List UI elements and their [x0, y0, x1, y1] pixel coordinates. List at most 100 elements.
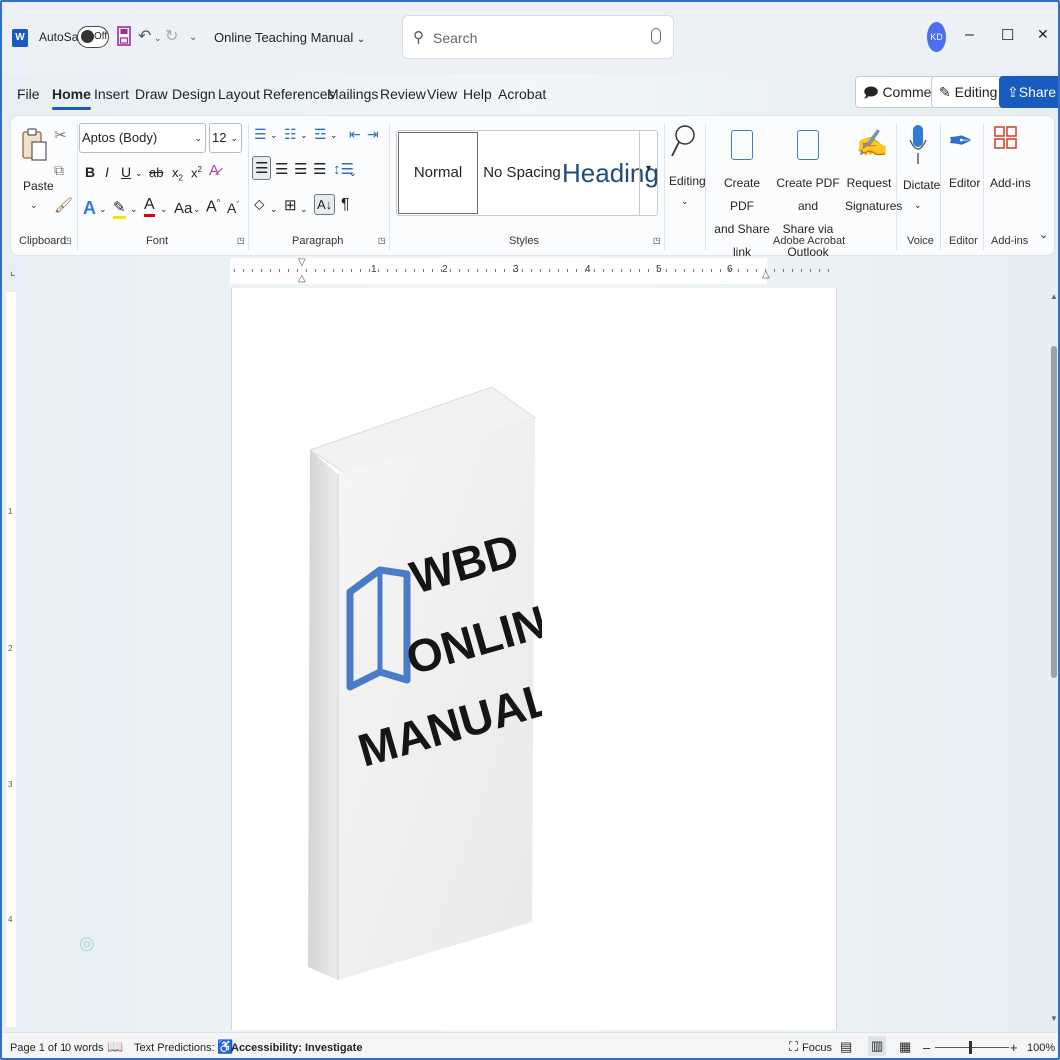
style-heading[interactable]: Heading [562, 131, 659, 215]
vertical-scrollbar[interactable]: ▲ ▼ [1048, 290, 1058, 1028]
create-pdf-icon[interactable] [731, 130, 753, 160]
paragraph-launcher-icon[interactable]: ◳ [378, 236, 386, 245]
web-layout-icon[interactable]: ▦ [899, 1039, 911, 1055]
horizontal-ruler[interactable] [230, 258, 767, 284]
editing-dropdown-icon[interactable]: ⌄ [681, 196, 689, 207]
scroll-thumb[interactable] [1051, 346, 1057, 678]
numbering-icon[interactable]: ☷ [284, 126, 297, 143]
text-effects-icon[interactable]: A [83, 198, 96, 219]
tab-review[interactable]: Review [380, 86, 426, 102]
tab-references[interactable]: References [263, 86, 335, 102]
shrink-font-button[interactable]: Aˇ [227, 200, 239, 216]
styles-launcher-icon[interactable]: ◳ [653, 236, 661, 245]
focus-button[interactable]: Focus [802, 1042, 832, 1054]
justify-icon[interactable]: ☰ [313, 160, 326, 178]
decrease-indent-icon[interactable]: ⇤ [349, 126, 361, 143]
focus-icon[interactable]: ⛶ [789, 1039, 798, 1055]
dictate-label[interactable]: Dictate [903, 178, 940, 192]
restore-button[interactable]: ☐ [1001, 26, 1014, 44]
font-name-select[interactable]: Aptos (Body) ⌄ [79, 123, 206, 153]
tab-mailings[interactable]: Mailings [327, 86, 378, 102]
save-icon[interactable] [117, 26, 131, 46]
show-formatting-icon[interactable]: ¶ [341, 196, 350, 214]
read-mode-icon[interactable]: ▤ [840, 1039, 852, 1055]
undo-dropdown-icon[interactable]: ⌄ [154, 33, 162, 44]
share-button[interactable]: ⇪Share ⌄ [999, 76, 1058, 129]
change-case-button[interactable]: Aa [174, 200, 192, 217]
signature-icon[interactable]: ✍ [856, 128, 888, 159]
tab-draw[interactable]: Draw [135, 86, 168, 102]
borders-dropdown-icon[interactable]: ⌄ [300, 204, 308, 215]
numbering-dropdown-icon[interactable]: ⌄ [300, 130, 308, 141]
close-button[interactable]: ✕ [1037, 26, 1049, 43]
style-normal[interactable]: Normal [398, 132, 478, 214]
create-pdf-share-link-button[interactable]: Create PDF and Share link [711, 172, 773, 264]
font-launcher-icon[interactable]: ◳ [237, 236, 245, 245]
clear-formatting-icon[interactable]: A̷ [209, 162, 219, 179]
find-icon[interactable] [671, 124, 695, 168]
tab-selector-icon[interactable]: ⌞ [10, 264, 16, 278]
align-right-icon[interactable]: ☰ [294, 160, 307, 178]
microphone-icon[interactable] [651, 28, 661, 44]
bold-button[interactable]: B [85, 164, 95, 180]
paste-icon[interactable] [21, 126, 49, 172]
minimize-button[interactable]: – [965, 26, 974, 44]
superscript-button[interactable]: x2 [191, 165, 202, 180]
shading-dropdown-icon[interactable]: ⌄ [270, 204, 278, 215]
create-pdf-outlook-button[interactable]: Create PDF and Share via Outlook [771, 172, 845, 264]
line-spacing-dropdown-icon[interactable]: ⌄ [349, 168, 357, 179]
word-count[interactable]: 0 words [65, 1042, 104, 1054]
tab-home[interactable]: Home [52, 86, 91, 110]
increase-indent-icon[interactable]: ⇥ [367, 126, 379, 143]
first-line-indent-marker[interactable]: ▽ [298, 257, 306, 268]
align-center-icon[interactable]: ☰ [275, 160, 288, 178]
bullets-icon[interactable]: ☰ [254, 126, 267, 143]
sort-icon[interactable]: A↓ [314, 194, 336, 215]
editor-icon[interactable]: ✒ [948, 124, 973, 159]
zoom-slider[interactable] [935, 1047, 1009, 1048]
proofing-icon[interactable]: 📖 [107, 1039, 123, 1055]
left-indent-marker[interactable]: △ [298, 273, 306, 284]
borders-icon[interactable]: ⊞ [284, 196, 297, 214]
editor-label[interactable]: Editor [949, 176, 980, 190]
clipboard-launcher-icon[interactable]: ◳ [64, 236, 72, 245]
autosave-toggle[interactable]: Off [77, 26, 109, 48]
grow-font-button[interactable]: A^ [206, 198, 220, 216]
print-layout-icon[interactable]: ▥ [868, 1036, 887, 1056]
highlight-dropdown-icon[interactable]: ⌄ [130, 204, 138, 215]
copy-icon[interactable]: ⧉ [54, 162, 64, 179]
italic-button[interactable]: I [105, 164, 109, 180]
bullets-dropdown-icon[interactable]: ⌄ [270, 130, 278, 141]
highlight-icon[interactable]: ✎ [113, 198, 126, 219]
style-no-spacing[interactable]: No Spacing [482, 131, 562, 215]
redo-icon[interactable]: ↻ [165, 26, 178, 46]
zoom-out-button[interactable]: – [923, 1040, 930, 1055]
align-left-icon[interactable]: ☰ [252, 156, 272, 180]
create-pdf-outlook-icon[interactable] [797, 130, 819, 160]
font-color-icon[interactable]: A [144, 196, 155, 217]
underline-button[interactable]: U [121, 164, 131, 180]
tab-file[interactable]: File [17, 86, 40, 102]
subscript-button[interactable]: x2 [172, 165, 183, 183]
paste-dropdown-icon[interactable]: ⌄ [30, 200, 38, 211]
dictate-dropdown-icon[interactable]: ⌄ [914, 200, 922, 211]
font-color-dropdown-icon[interactable]: ⌄ [160, 204, 168, 215]
page-count[interactable]: Page 1 of 1 [10, 1042, 66, 1054]
strikethrough-button[interactable]: ab [149, 165, 163, 180]
zoom-level[interactable]: 100% [1027, 1042, 1055, 1054]
editing-label[interactable]: Editing [669, 174, 706, 188]
format-painter-icon[interactable]: 🖌 [54, 196, 73, 214]
tab-insert[interactable]: Insert [94, 86, 129, 102]
add-ins-label[interactable]: Add-ins [990, 176, 1031, 190]
scroll-down-icon[interactable]: ▼ [1050, 1014, 1058, 1023]
document-title[interactable]: Online Teaching Manual ⌄ [214, 30, 365, 45]
scroll-up-icon[interactable]: ▲ [1050, 292, 1058, 301]
customize-toolbar-icon[interactable]: ⌄ [189, 32, 197, 43]
cut-icon[interactable]: ✂ [54, 126, 67, 144]
user-avatar[interactable]: KD [927, 22, 946, 52]
font-size-select[interactable]: 12 ⌄ [209, 123, 242, 153]
text-effects-dropdown-icon[interactable]: ⌄ [99, 204, 107, 215]
search-box[interactable]: ⚲ Search [402, 15, 674, 59]
zoom-slider-thumb[interactable] [969, 1041, 972, 1054]
tab-acrobat[interactable]: Acrobat [498, 86, 546, 102]
